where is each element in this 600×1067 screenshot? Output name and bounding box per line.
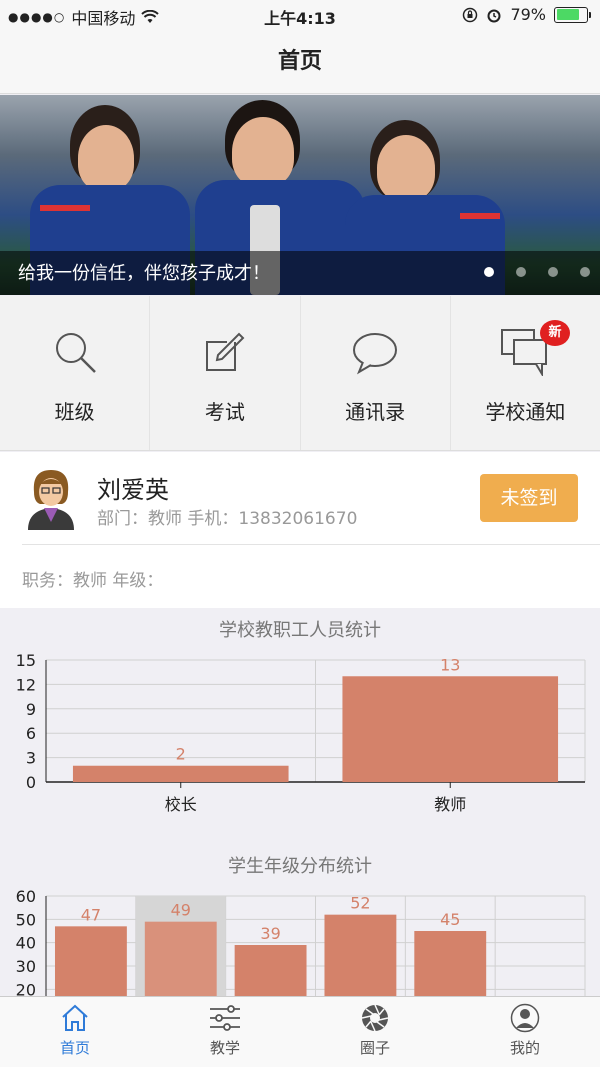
home-icon — [62, 1004, 88, 1031]
y-tick-label: 20 — [16, 980, 36, 996]
tab-mine[interactable]: 我的 — [450, 997, 600, 1067]
y-tick-label: 6 — [26, 724, 36, 743]
menu-item-label: 学校通知 — [485, 400, 566, 424]
bar — [414, 931, 487, 996]
bar — [54, 926, 127, 996]
divider — [22, 544, 600, 545]
bar — [234, 945, 307, 996]
data-label: 47 — [81, 905, 101, 924]
charts-section: 学校教职工人员统计 0 3 6 9 12 15 2 校长 13 教师 学生年级分布统计 20 30 4… — [0, 608, 600, 996]
pager-dot[interactable] — [484, 267, 494, 277]
banner-caption: 给我一份信任，伴您孩子成才！ — [18, 263, 270, 284]
chart-title: 学校教职工人员统计 — [219, 620, 381, 641]
battery-icon — [554, 6, 591, 23]
x-tick-label: 教师 — [434, 795, 466, 814]
data-label: 52 — [350, 894, 370, 913]
pager-dot[interactable] — [580, 267, 590, 277]
staff-chart: 0 3 6 9 12 15 2 校长 13 教师 — [16, 651, 586, 814]
orientation-lock-icon — [463, 7, 478, 22]
data-label: 2 — [176, 745, 186, 764]
alarm-icon — [487, 9, 501, 22]
y-tick-label: 12 — [16, 675, 36, 694]
menu-item-class[interactable]: 班级 — [0, 296, 151, 450]
y-tick-label: 50 — [16, 910, 36, 929]
y-tick-label: 3 — [26, 749, 36, 768]
edit-icon — [205, 332, 245, 371]
grade-chart: 20 30 40 50 60 47 49 39 52 45 — [16, 887, 586, 996]
user-icon — [510, 1003, 540, 1033]
status-right: 79% — [462, 5, 591, 24]
profile-card: 刘爱英 部门：教师 手机：13832061670 未签到 职务：教师 年级： — [0, 452, 600, 608]
avatar — [28, 470, 74, 530]
y-tick-label: 30 — [16, 957, 36, 976]
tab-bar: 首页 教学 圈子 我的 — [0, 996, 600, 1067]
bar — [144, 921, 217, 996]
bar — [324, 914, 397, 996]
sign-in-button[interactable]: 未签到 — [480, 474, 578, 522]
y-tick-label: 40 — [16, 934, 36, 953]
y-tick-label: 0 — [26, 773, 36, 792]
tab-home[interactable]: 首页 — [0, 997, 150, 1067]
banner-pager[interactable] — [484, 267, 590, 277]
menu-item-label: 考试 — [204, 400, 245, 424]
bar — [72, 765, 289, 782]
tab-circle[interactable]: 圈子 — [300, 997, 450, 1067]
tab-teaching[interactable]: 教学 — [150, 997, 300, 1067]
chat-bubble-icon — [353, 333, 398, 375]
sliders-icon — [210, 1005, 240, 1031]
profile-meta: 部门：教师 手机：13832061670 — [97, 509, 358, 529]
data-label: 39 — [260, 924, 280, 943]
chart-title: 学生年级分布统计 — [228, 856, 372, 877]
tab-label: 首页 — [59, 1039, 90, 1057]
page-title: 首页 — [0, 30, 600, 94]
profile-duty: 职务：教师 年级： — [22, 571, 164, 591]
aperture-icon — [361, 1004, 389, 1032]
menu-item-school-notice[interactable]: 新 学校通知 — [451, 296, 600, 450]
status-bar: ●●●●○ 中国移动 上午4:13 79% — [0, 0, 600, 30]
tab-label: 我的 — [509, 1039, 540, 1057]
y-tick-label: 60 — [16, 887, 36, 906]
pager-dot[interactable] — [516, 267, 526, 277]
menu-item-label: 通讯录 — [345, 400, 406, 424]
menu-item-exam[interactable]: 考试 — [150, 296, 301, 450]
battery-percent: 79% — [510, 5, 546, 24]
y-tick-label: 9 — [26, 700, 36, 719]
x-tick-label: 校长 — [165, 795, 197, 814]
menu-item-contacts[interactable]: 通讯录 — [301, 296, 451, 450]
banner-carousel[interactable]: 给我一份信任，伴您孩子成才！ — [0, 95, 600, 295]
quick-menu: 班级 考试 通讯录 新 学校通知 — [0, 296, 600, 451]
y-tick-label: 15 — [16, 651, 36, 670]
bar — [342, 676, 559, 782]
search-icon — [55, 333, 96, 373]
tab-label: 圈子 — [359, 1039, 390, 1057]
data-label: 45 — [440, 910, 460, 929]
profile-name: 刘爱英 — [97, 476, 169, 504]
data-label: 13 — [440, 655, 460, 674]
menu-item-label: 班级 — [54, 400, 95, 424]
data-label: 49 — [171, 901, 191, 920]
pager-dot[interactable] — [548, 267, 558, 277]
new-badge: 新 — [540, 320, 570, 346]
tab-label: 教学 — [209, 1039, 240, 1057]
